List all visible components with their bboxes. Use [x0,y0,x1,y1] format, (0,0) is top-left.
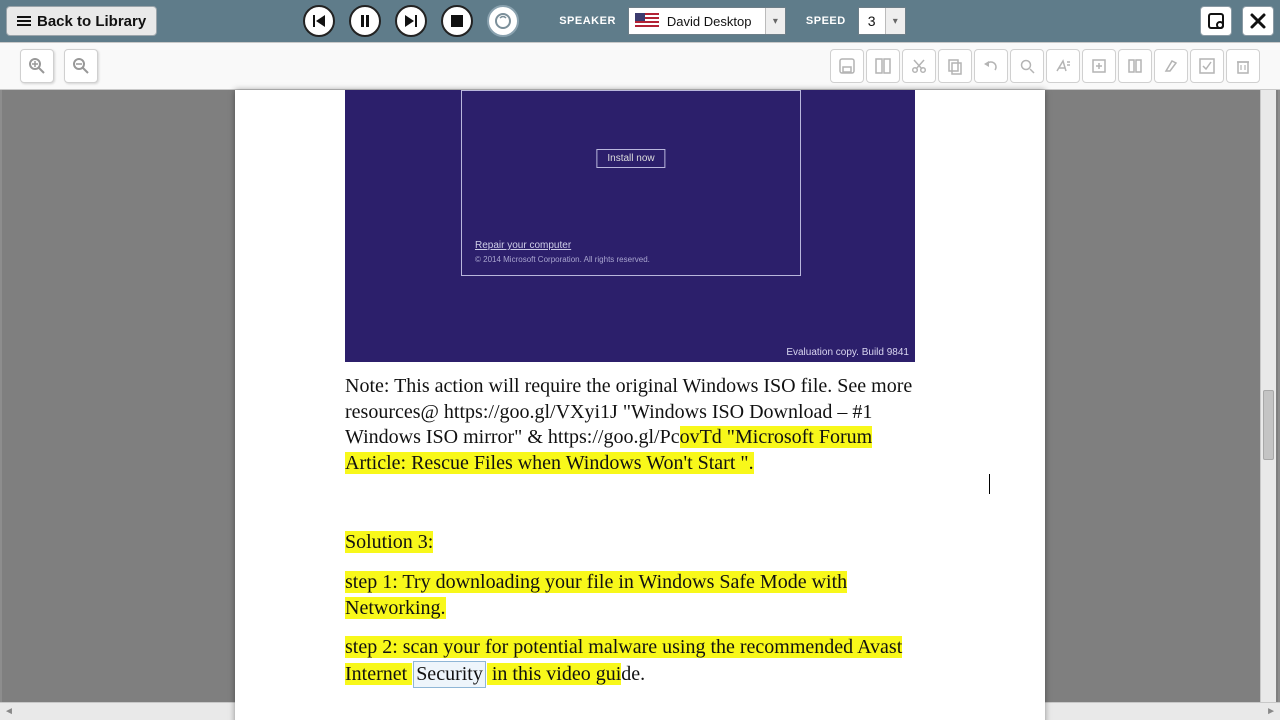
flag-us-icon [635,13,659,29]
chevron-down-icon[interactable]: ▾ [765,8,785,34]
layout-button[interactable] [1118,49,1152,83]
repair-link: Repair your computer [475,240,571,251]
menu-icon [17,16,31,26]
stop-button[interactable] [441,5,473,37]
solution3-heading: Solution 3: [345,530,935,556]
insert-button[interactable] [1082,49,1116,83]
step2-text-b-hl: in this video gui [487,663,621,685]
delete-button[interactable] [1226,49,1260,83]
speaker-label: SPEAKER [559,15,616,27]
document-viewport: Install now Repair your computer © 2014 … [0,90,1280,702]
save-doc-button[interactable] [830,49,864,83]
copyright-text: © 2014 Microsoft Corporation. All rights… [475,255,650,264]
speed-label: SPEED [806,15,846,27]
pronounce-button[interactable] [1046,49,1080,83]
eval-text: Evaluation copy. Build 9841 [786,347,909,358]
current-speaking-word: Security [413,661,486,689]
playback-bar: Back to Library SPEAKER David Desktop ▾ … [0,0,1280,42]
step2-text-b-plain: de. [621,663,645,685]
scroll-right-icon[interactable]: ► [1266,706,1276,717]
vertical-scrollbar[interactable] [1260,90,1276,702]
copy-button[interactable] [938,49,972,83]
highlight-button[interactable] [1154,49,1188,83]
install-now-button: Install now [596,149,665,168]
back-label: Back to Library [37,13,146,30]
step2-paragraph: step 2: scan your for potential malware … [345,635,935,688]
document-page: Install now Repair your computer © 2014 … [235,90,1045,720]
zoom-out-button[interactable] [64,49,98,83]
note-paragraph: Note: This action will require the origi… [345,374,935,476]
undo-button[interactable] [974,49,1008,83]
step1-text: step 1: Try downloading your file in Win… [345,571,847,619]
chevron-down-icon[interactable]: ▾ [885,8,905,34]
find-button[interactable] [1010,49,1044,83]
cut-button[interactable] [902,49,936,83]
audio-button[interactable] [487,5,519,37]
check-button[interactable] [1190,49,1224,83]
embedded-screenshot: Install now Repair your computer © 2014 … [345,90,915,362]
speed-select[interactable]: 3 ▾ [858,7,906,35]
next-button[interactable] [395,5,427,37]
save-button[interactable] [1200,6,1232,36]
speaker-select[interactable]: David Desktop ▾ [628,7,786,35]
speaker-name: David Desktop [665,14,765,29]
back-to-library-button[interactable]: Back to Library [6,6,157,36]
tools-button[interactable] [1242,6,1274,36]
scroll-thumb[interactable] [1263,390,1274,460]
zoom-in-button[interactable] [20,49,54,83]
document-body[interactable]: Note: This action will require the origi… [345,374,935,688]
solution3-text: Solution 3: [345,531,433,553]
speed-value: 3 [859,13,885,29]
step1-paragraph: step 1: Try downloading your file in Win… [345,570,935,621]
edit-toolbar [0,42,1280,90]
scroll-left-icon[interactable]: ◄ [4,706,14,717]
pause-button[interactable] [349,5,381,37]
previous-button[interactable] [303,5,335,37]
text-caret [989,474,990,494]
open-doc-button[interactable] [866,49,900,83]
